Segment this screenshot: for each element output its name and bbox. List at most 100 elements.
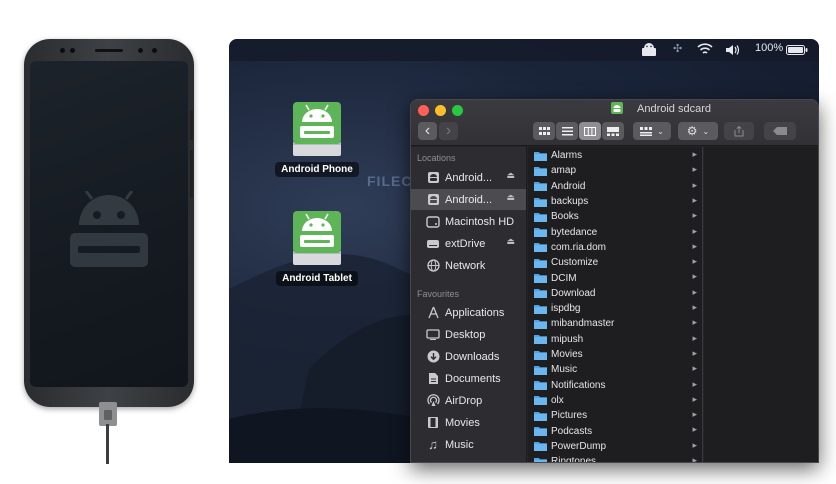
folder-row[interactable]: Alarms ▸ <box>528 148 702 163</box>
sidebar-item-android-sdcard[interactable]: Android... ⏏ <box>411 189 526 210</box>
sidebar-item-desktop[interactable]: Desktop <box>411 324 526 345</box>
folder-name: bytedance <box>551 226 598 238</box>
forward-button[interactable]: › <box>439 122 458 140</box>
list-view-button[interactable] <box>556 122 578 140</box>
folder-row[interactable]: DCIM ▸ <box>528 270 702 285</box>
column-view-button[interactable] <box>579 122 601 140</box>
sidebar-item-downloads[interactable]: Downloads <box>411 346 526 367</box>
folder-name: Notifications <box>551 379 606 391</box>
wifi-icon[interactable] <box>697 43 713 56</box>
folder-row[interactable]: Music ▸ <box>528 362 702 377</box>
phone-sensor <box>70 48 75 53</box>
zoom-button[interactable] <box>452 105 463 116</box>
folder-row[interactable]: amap ▸ <box>528 163 702 178</box>
icon-view-button[interactable] <box>533 122 555 140</box>
eject-icon[interactable]: ⏏ <box>506 236 515 247</box>
battery-icon[interactable] <box>786 45 808 55</box>
icon-view-icon <box>538 126 550 135</box>
folder-row[interactable]: backups ▸ <box>528 194 702 209</box>
folder-row[interactable]: olx ▸ <box>528 393 702 408</box>
chevron-right-icon: ▸ <box>692 302 697 312</box>
group-button[interactable]: ⌄ <box>633 122 671 140</box>
volume-icon[interactable] <box>725 44 741 56</box>
folder-icon <box>534 350 547 360</box>
folder-name: amap <box>551 165 577 177</box>
desktop-icon-android-phone[interactable]: Android Phone <box>272 100 362 177</box>
chevron-down-icon: ⌄ <box>702 126 710 136</box>
usb-plug-tip <box>104 410 112 420</box>
gallery-view-button[interactable] <box>602 122 624 140</box>
sidebar-item-macintosh-hd[interactable]: Macintosh HD <box>411 211 526 232</box>
sidebar-item-network[interactable]: Network <box>411 255 526 276</box>
folder-icon <box>534 304 547 314</box>
sidebar-item-movies[interactable]: Movies <box>411 412 526 433</box>
sidebar-item-label: Android... <box>445 193 493 206</box>
folder-row[interactable]: Movies ▸ <box>528 347 702 362</box>
group-icon <box>640 126 653 136</box>
sidebar-item-label: Movies <box>445 416 480 429</box>
folder-row[interactable]: Ringtones ▸ <box>528 454 702 463</box>
share-icon <box>734 125 744 136</box>
sidebar-item-label: Network <box>445 259 486 272</box>
chevron-right-icon: ▸ <box>692 240 697 251</box>
folder-column: Alarms ▸ amap ▸ Android ▸ backups ▸ Books ▸ byteda… <box>528 147 703 463</box>
finder-sidebar: Locations Android... ⏏ Android... ⏏ Maci… <box>411 147 527 462</box>
folder-icon <box>534 365 547 375</box>
folder-row[interactable]: Podcasts ▸ <box>528 423 702 438</box>
eject-icon[interactable]: ⏏ <box>506 170 515 181</box>
chevron-right-icon: ▸ <box>692 256 697 267</box>
folder-row[interactable]: PowerDump ▸ <box>528 439 702 454</box>
share-button[interactable] <box>724 122 754 140</box>
minimize-button[interactable] <box>435 105 446 116</box>
sidebar-item-label: Documents <box>445 372 501 385</box>
chevron-right-icon: ▸ <box>692 455 697 463</box>
chevron-right-icon: ▸ <box>692 409 697 420</box>
folder-name: ispdbg <box>551 303 581 315</box>
folder-row[interactable]: Notifications ▸ <box>528 378 702 393</box>
folder-row[interactable]: Pictures ▸ <box>528 408 702 423</box>
sidebar-item-extdrive[interactable]: extDrive ⏏ <box>411 233 526 254</box>
window-title: Android sdcard <box>637 103 711 115</box>
phone-button <box>190 150 193 198</box>
finder-titlebar: Android sdcard ‹ › ⌄ ⚙ ⌄ <box>411 100 818 146</box>
folder-row[interactable]: Customize ▸ <box>528 255 702 270</box>
folder-icon <box>534 427 547 437</box>
android-drive-icon[interactable] <box>641 43 657 57</box>
folder-row[interactable]: Android ▸ <box>528 179 702 194</box>
eject-icon[interactable]: ⏏ <box>506 192 515 203</box>
sidebar-item-music[interactable]: ♫ Music <box>411 434 526 455</box>
folder-row[interactable]: ispdbg ▸ <box>528 301 702 316</box>
folder-icon <box>534 457 547 462</box>
sidebar-item-label: Downloads <box>445 350 500 363</box>
desktop-icon-android-tablet[interactable]: Android Tablet <box>272 209 362 286</box>
folder-row[interactable]: bytedance ▸ <box>528 225 702 240</box>
tag-button[interactable] <box>764 122 796 140</box>
back-button[interactable]: ‹ <box>418 122 437 140</box>
android-drive-icon <box>611 102 623 114</box>
folder-icon <box>534 442 547 452</box>
sidebar-item-airdrop[interactable]: AirDrop <box>411 390 526 411</box>
folder-name: Alarms <box>551 150 583 162</box>
sidebar-item-android-phone[interactable]: Android... ⏏ <box>411 167 526 188</box>
folder-row[interactable]: mipush ▸ <box>528 332 702 347</box>
folder-row[interactable]: mibandmaster ▸ <box>528 316 702 331</box>
android-phone <box>24 39 194 407</box>
sidebar-item-applications[interactable]: Applications <box>411 302 526 323</box>
hard-drive-icon <box>425 214 441 230</box>
plus-cross-icon[interactable]: ✣ <box>673 42 682 55</box>
folder-icon <box>534 197 547 207</box>
chevron-right-icon: ▸ <box>692 179 697 190</box>
gear-icon: ⚙ <box>686 124 698 138</box>
folder-row[interactable]: Books ▸ <box>528 209 702 224</box>
desktop-icon-label: Android Tablet <box>276 271 358 286</box>
close-button[interactable] <box>418 105 429 116</box>
action-button[interactable]: ⚙ ⌄ <box>678 122 718 140</box>
chevron-right-icon: ▸ <box>692 332 697 343</box>
sidebar-item-documents[interactable]: Documents <box>411 368 526 389</box>
download-icon <box>425 349 441 365</box>
folder-icon <box>534 212 547 222</box>
folder-row[interactable]: com.ria.dom ▸ <box>528 240 702 255</box>
folder-row[interactable]: Download ▸ <box>528 286 702 301</box>
phone-camera <box>138 48 143 53</box>
folder-icon <box>534 411 547 421</box>
